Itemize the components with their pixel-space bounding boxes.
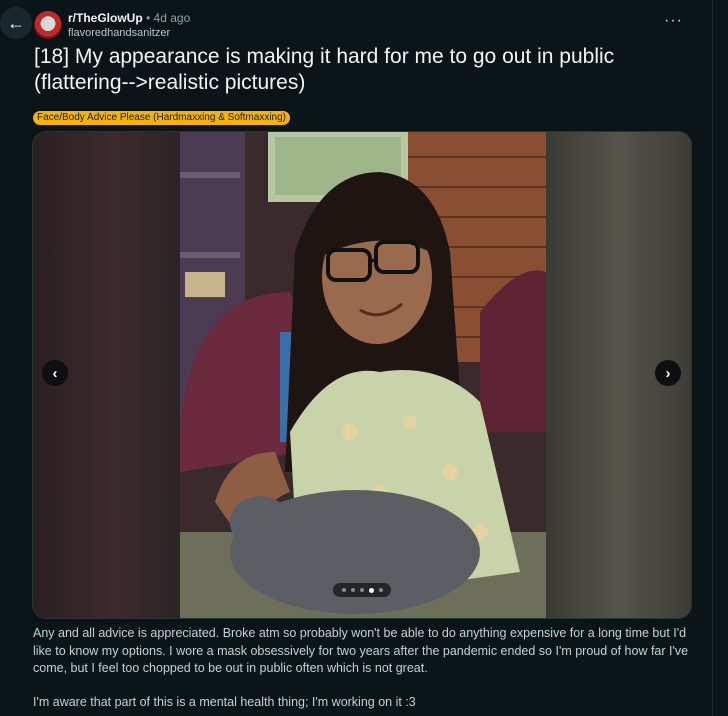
gallery-dot[interactable] <box>359 588 364 592</box>
gallery-pagination <box>333 583 391 597</box>
post-age: • 4d ago <box>146 11 191 25</box>
post-meta: r/TheGlowUp • 4d ago <box>68 11 190 25</box>
image-gallery[interactable]: ‹ › <box>32 131 692 619</box>
post-body-paragraph-2: I'm aware that part of this is a mental … <box>33 695 416 709</box>
back-button[interactable]: ← <box>0 7 32 39</box>
subreddit-link[interactable]: r/TheGlowUp <box>68 11 143 25</box>
post-body-paragraph-1: Any and all advice is appreciated. Broke… <box>33 626 689 675</box>
gallery-dot[interactable] <box>368 587 374 593</box>
next-image-button[interactable]: › <box>655 360 681 386</box>
sidebar-divider <box>712 0 713 716</box>
post-title: [18] My appearance is making it hard for… <box>34 45 615 94</box>
gallery-dot[interactable] <box>341 588 346 592</box>
previous-image-button[interactable]: ‹ <box>42 360 68 386</box>
gallery-image[interactable] <box>180 132 546 618</box>
chevron-right-icon: › <box>665 364 671 382</box>
post-flair[interactable]: Face/Body Advice Please (Hardmaxxing & S… <box>33 111 290 125</box>
gallery-dot[interactable] <box>350 588 355 592</box>
author-link[interactable]: flavoredhandsanitzer <box>68 27 170 39</box>
arrow-left-icon: ← <box>7 12 25 33</box>
more-options-button[interactable]: ··· <box>664 12 683 30</box>
chevron-left-icon: ‹ <box>52 364 58 382</box>
subreddit-avatar[interactable] <box>34 11 62 39</box>
ellipsis-icon: ··· <box>664 12 683 29</box>
gallery-dot[interactable] <box>378 588 383 592</box>
